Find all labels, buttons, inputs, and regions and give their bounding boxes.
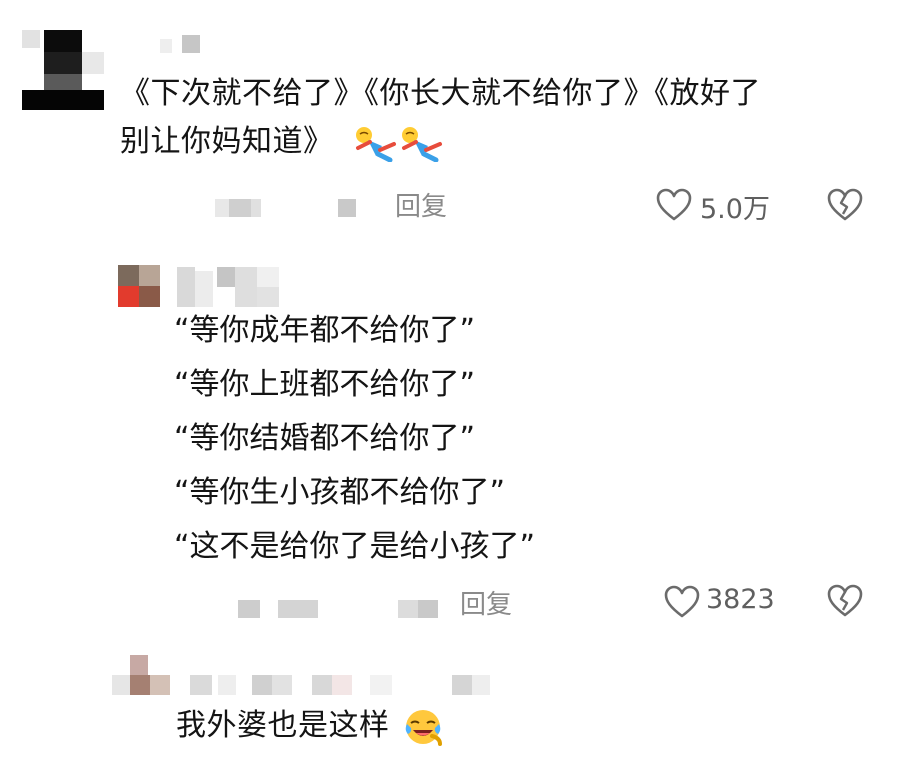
reply-button[interactable]: 回复 xyxy=(460,584,512,621)
broken-heart-icon xyxy=(827,584,863,618)
reply-text: 我外婆也是这样 xyxy=(176,702,444,750)
avatar[interactable] xyxy=(118,265,160,307)
heart-outline-icon xyxy=(664,585,700,619)
comment-text: 《下次就不给了》《你长大就不给你了》《放好了 别让你妈知道》 xyxy=(120,70,761,166)
avatar[interactable] xyxy=(112,655,172,695)
username[interactable] xyxy=(177,267,279,307)
comment-meta xyxy=(238,598,440,620)
heart-outline-icon xyxy=(656,188,692,222)
username[interactable] xyxy=(190,675,490,695)
running-person-emoji xyxy=(352,124,398,162)
comment-meta xyxy=(215,195,375,221)
like-count: 3823 xyxy=(706,584,775,615)
avatar[interactable] xyxy=(22,30,104,110)
broken-heart-icon xyxy=(827,188,863,222)
like-count: 5.0万 xyxy=(700,194,770,225)
reply-button[interactable]: 回复 xyxy=(395,186,447,223)
laughing-crying-emoji xyxy=(402,706,444,748)
username[interactable] xyxy=(160,35,208,55)
dislike-button[interactable] xyxy=(827,188,863,222)
dislike-button[interactable] xyxy=(827,584,863,618)
reply-text: “等你成年都不给你了” “等你上班都不给你了” “等你结婚都不给你了” “等你生… xyxy=(174,313,536,564)
running-person-emoji xyxy=(398,124,444,162)
